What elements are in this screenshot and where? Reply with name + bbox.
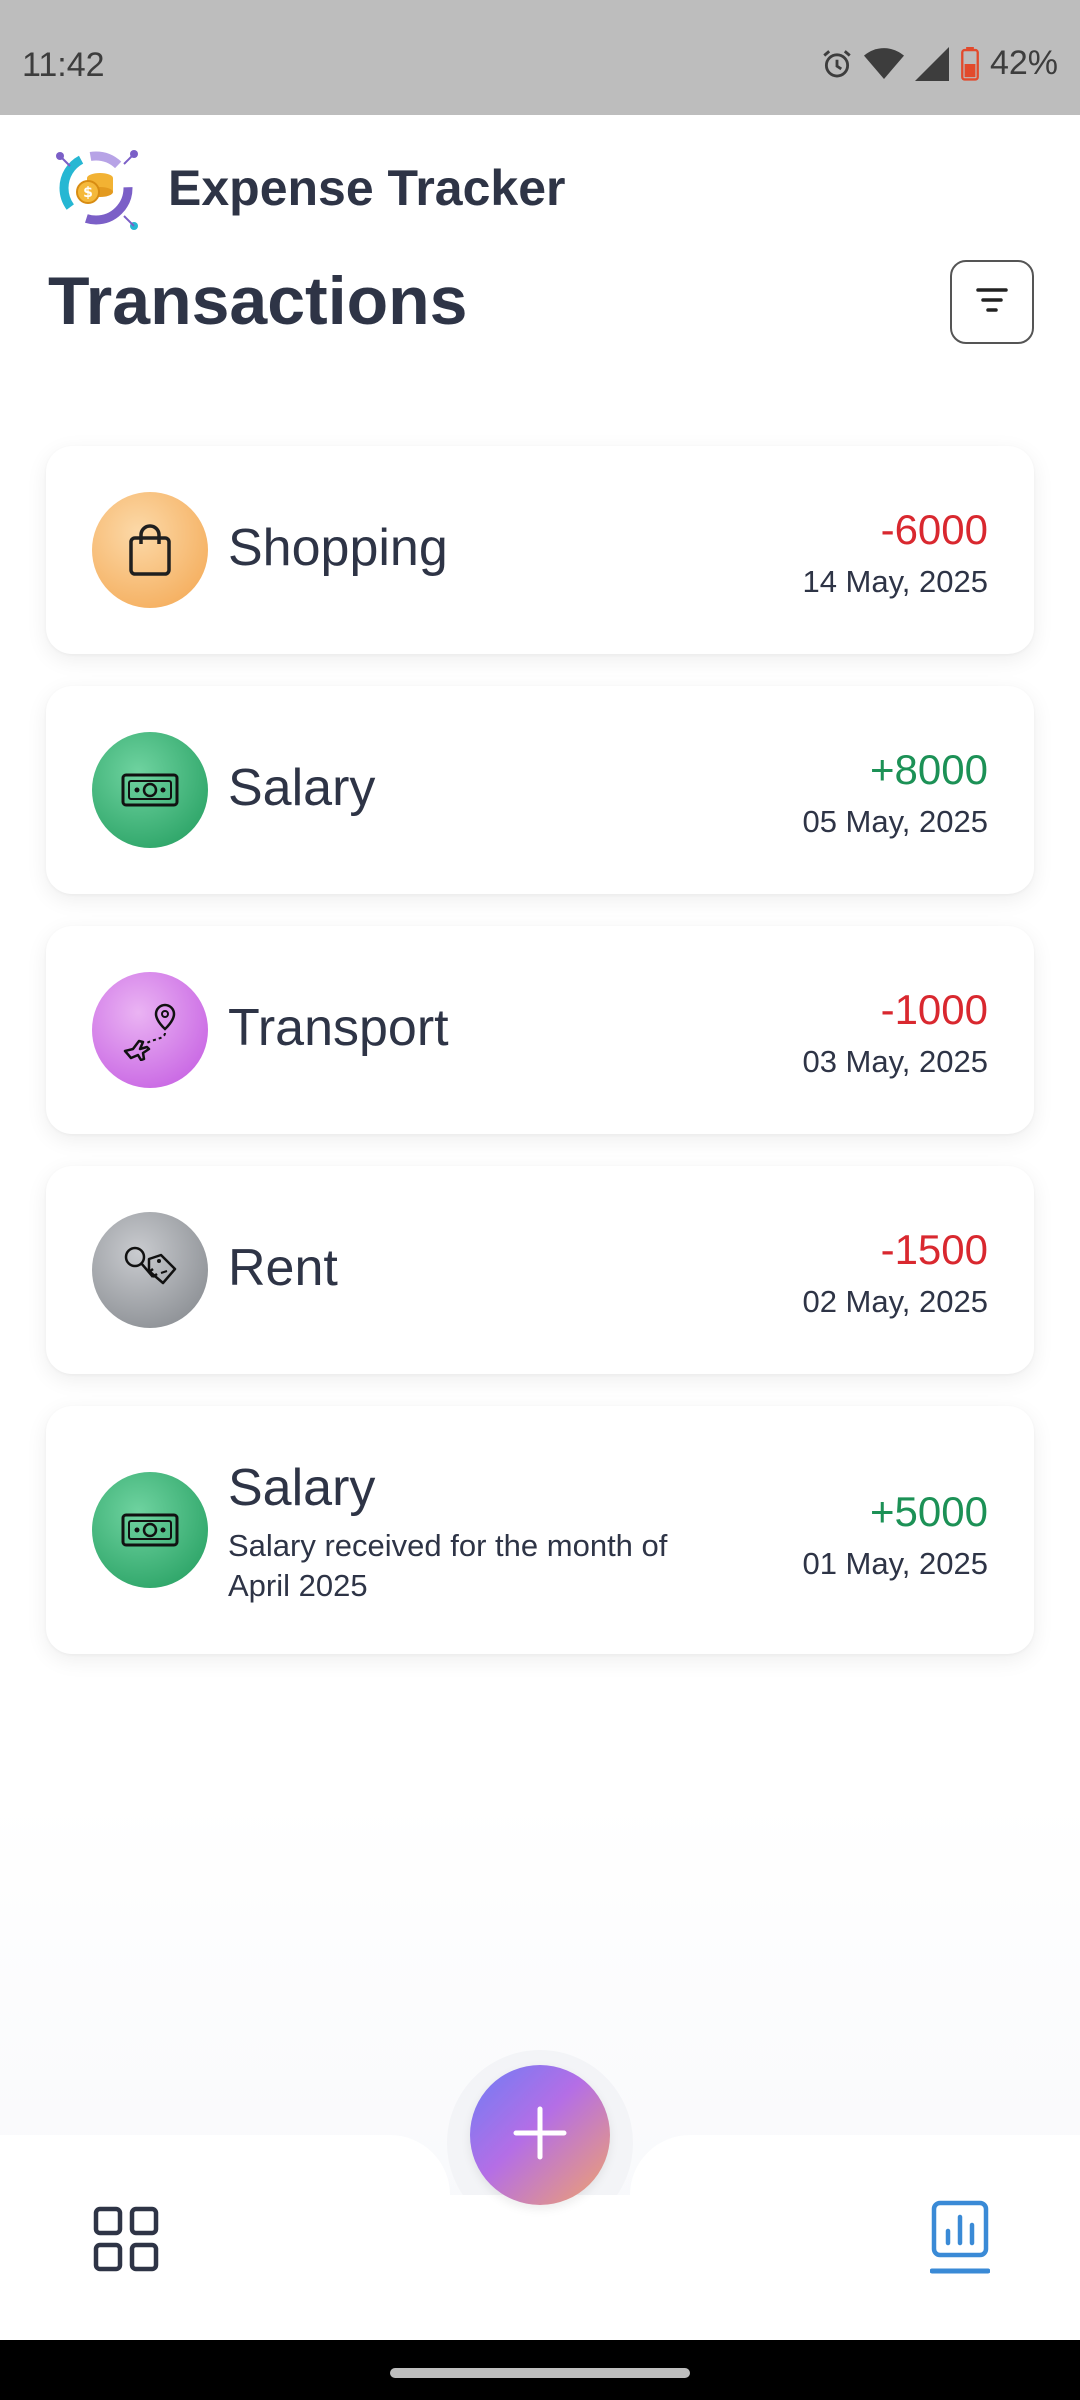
status-bar: 11:42 42% [0,0,1080,115]
transaction-name: Salary [228,1459,376,1517]
grid-icon [92,2206,160,2277]
key-tag-icon [92,1212,208,1328]
bottom-nav-right [630,2135,1080,2340]
wifi-icon [863,47,904,81]
alarm-icon [820,47,854,81]
transaction-name: Salary [228,759,376,817]
bottom-nav-left [0,2135,450,2340]
dashboard-tab[interactable] [92,2205,160,2273]
transaction-amount: +5000 [870,1488,988,1535]
transaction-amount: +8000 [870,746,988,793]
transaction-card[interactable]: Rent -1500 02 May, 2025 [46,1166,1034,1374]
app-name: Expense Tracker [168,159,566,216]
transaction-card[interactable]: Transport -1000 03 May, 2025 [46,926,1034,1134]
transaction-name: Rent [228,1239,338,1297]
plus-icon [512,2105,568,2166]
transaction-date: 14 May, 2025 [802,564,988,599]
stats-tab[interactable] [929,2199,991,2279]
status-icons: 42% [820,44,1058,83]
filter-button[interactable] [950,260,1034,344]
transaction-amount: -6000 [880,506,988,553]
transaction-date: 03 May, 2025 [802,1044,988,1079]
transaction-card[interactable]: Shopping -6000 14 May, 2025 [46,446,1034,654]
transaction-amount: -1000 [880,986,988,1033]
home-indicator[interactable] [390,2368,690,2378]
transaction-date: 05 May, 2025 [802,804,988,839]
battery-icon [960,46,980,81]
transaction-name: Transport [228,999,449,1057]
money-icon [92,732,208,848]
money-icon [92,1472,208,1588]
app-header: $ Expense Tracker [50,140,566,235]
system-navigation-bar [0,2340,1080,2400]
transaction-card[interactable]: Salary +8000 05 May, 2025 [46,686,1034,894]
page-title: Transactions [48,263,468,339]
svg-text:$: $ [83,185,93,201]
battery-level: 42% [989,44,1058,82]
transaction-date: 02 May, 2025 [802,1284,988,1319]
filter-icon [974,285,1010,320]
shopping-bag-icon [92,492,208,608]
signal-icon [914,46,950,81]
transaction-note: Salary received for the month of April 2… [228,1528,668,1603]
airplane-route-icon [92,972,208,1088]
expense-tracker-logo: $ [50,142,142,234]
transaction-name: Shopping [228,519,448,577]
bottom-nav-notch [445,2195,635,2340]
status-time: 11:42 [22,46,105,84]
transactions-list: Shopping -6000 14 May, 2025 Salary +8000… [46,446,1034,1686]
transaction-amount: -1500 [880,1226,988,1273]
transaction-card[interactable]: Salary Salary received for the month of … [46,1406,1034,1654]
chart-icon [929,2200,991,2283]
transaction-date: 01 May, 2025 [802,1546,988,1581]
add-transaction-button[interactable] [470,2065,610,2205]
